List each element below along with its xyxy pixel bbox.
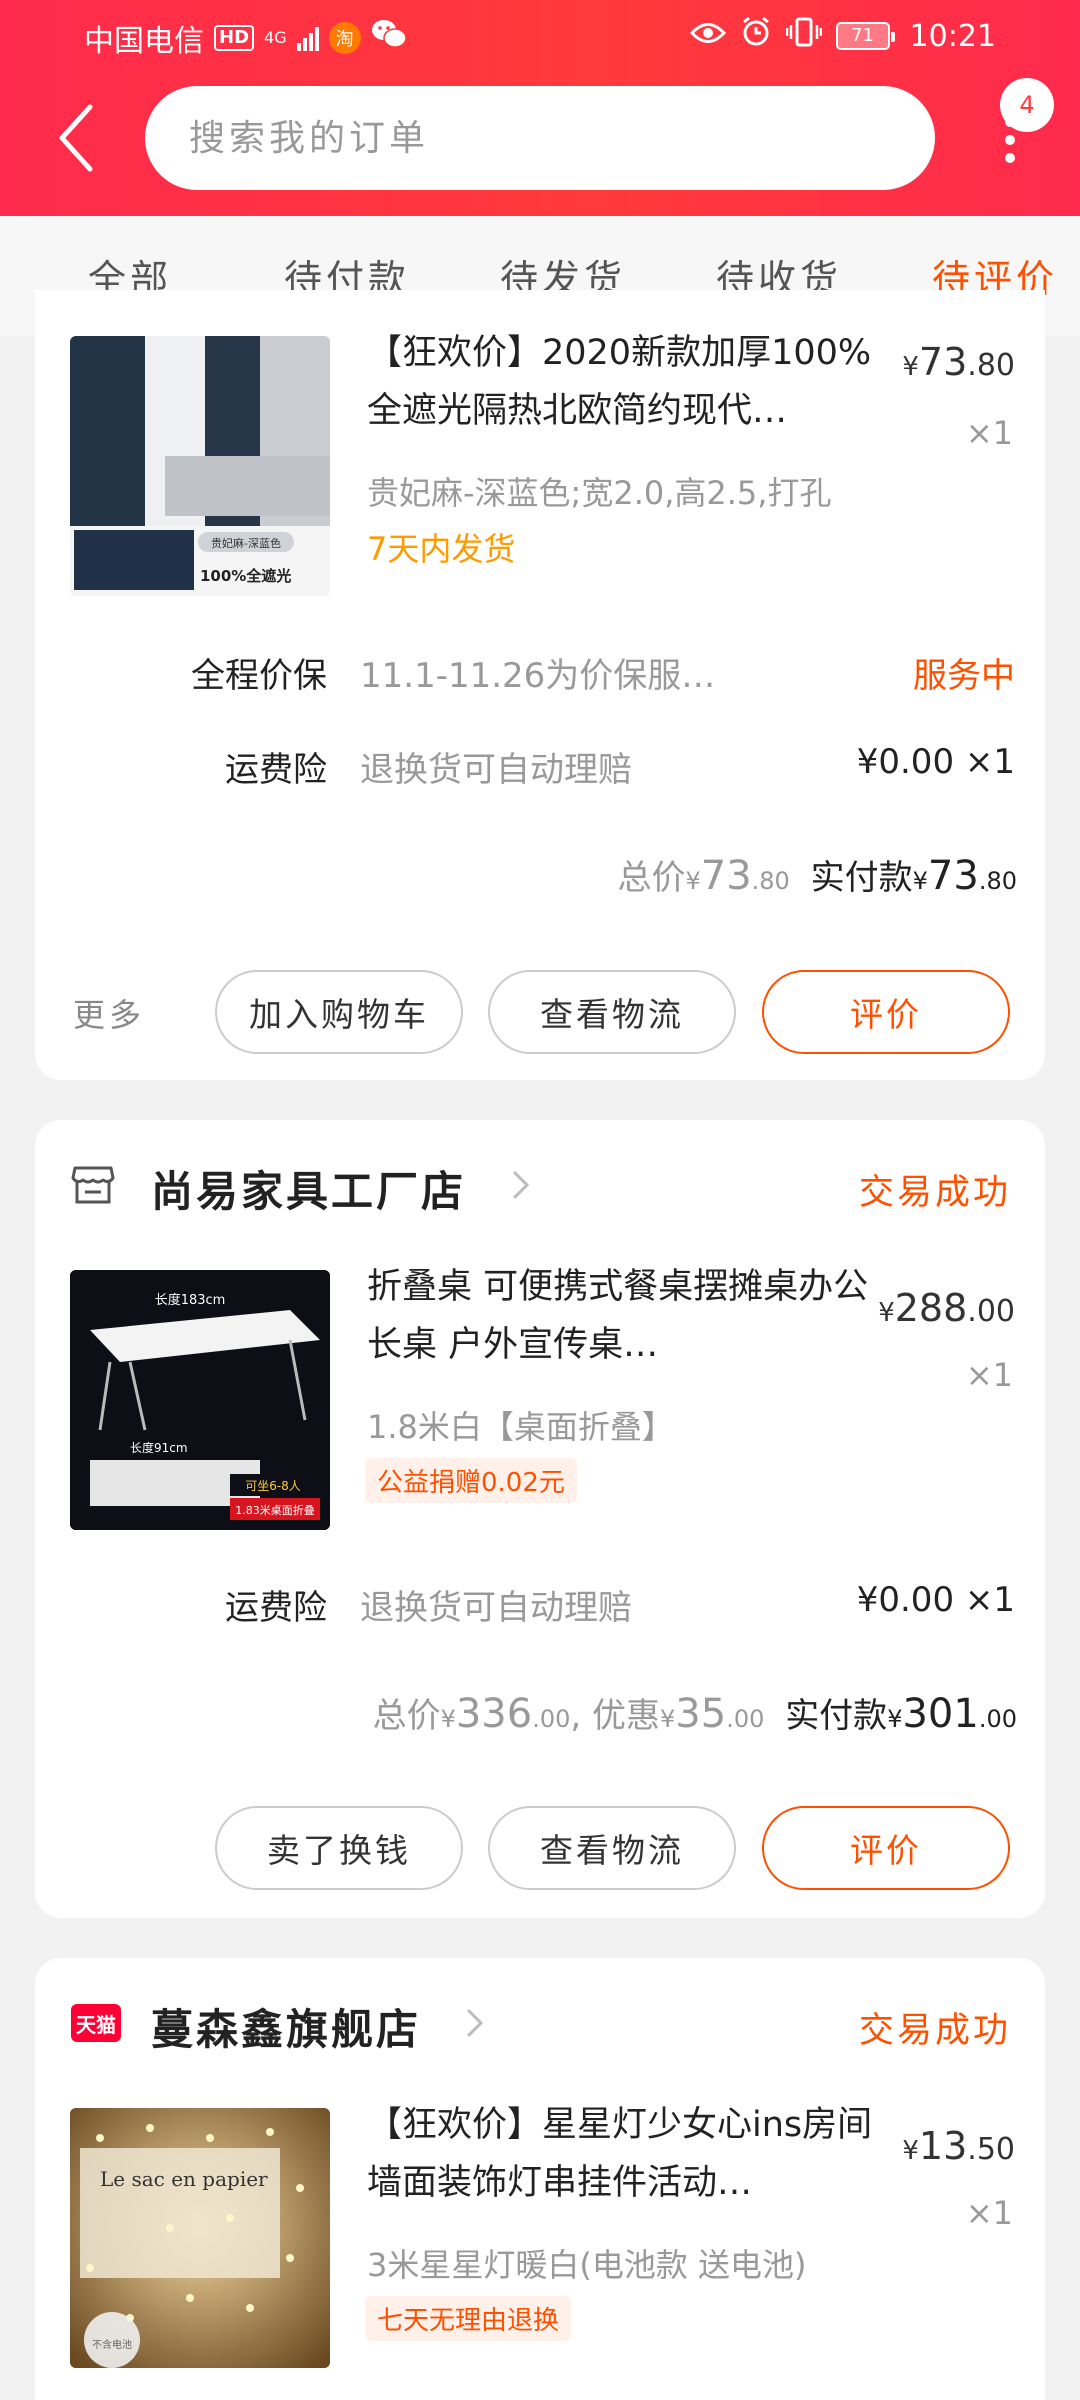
- product-price: ¥13.50: [902, 2124, 1015, 2168]
- eye-icon: [689, 19, 726, 54]
- service-desc-shipping-insurance: 退换货可自动理赔: [360, 1588, 632, 1628]
- battery-icon: 71: [835, 22, 895, 50]
- header-bar: 中国电信 HD 4G 淘 71 10:21 搜索我的订单 4: [0, 0, 1080, 216]
- taobao-app-icon: 淘: [328, 22, 361, 54]
- order-totals: 总价¥73.80 实付款¥73.80: [617, 853, 1017, 899]
- shop-name[interactable]: 尚易家具工厂店: [151, 1158, 466, 1219]
- notification-badge: 4: [1000, 78, 1054, 132]
- service-desc-shipping-insurance: 退换货可自动理赔: [360, 750, 632, 790]
- signal-icon: [296, 25, 319, 51]
- order-card[interactable]: 天猫 蔓森鑫旗舰店 交易成功 Le sac en papier 不含电池 【狂欢…: [35, 1958, 1045, 2400]
- network-type: 4G: [264, 28, 287, 47]
- product-sku: 1.8米白【桌面折叠】: [367, 1408, 674, 1446]
- status-bar: 中国电信 HD 4G 淘 71 10:21: [0, 0, 1080, 70]
- product-title[interactable]: 折叠桌 可便携式餐桌摆摊桌办公长桌 户外宣传桌…: [367, 1258, 887, 1374]
- product-thumbnail[interactable]: 长度183cm 长度91cm 可坐6-8人 1.83米桌面折叠: [70, 1270, 330, 1530]
- service-label-price-protect: 全程价保: [191, 656, 327, 696]
- service-price: ¥0.00 ×1: [856, 1580, 1015, 1620]
- return-policy-tag: 七天无理由退换: [365, 2296, 572, 2341]
- product-price: ¥288.00: [878, 1286, 1015, 1330]
- more-link[interactable]: 更多: [73, 990, 145, 1036]
- svg-text:Le sac en papier: Le sac en papier: [100, 2167, 268, 2191]
- chevron-right-icon: [467, 2009, 484, 2037]
- vibrate-icon: [785, 16, 822, 56]
- product-title[interactable]: 【狂欢价】星星灯少女心ins房间墙面装饰灯串挂件活动…: [367, 2096, 887, 2212]
- service-price: ¥0.00 ×1: [856, 742, 1015, 782]
- order-status-label: 交易成功: [858, 1173, 1011, 1213]
- product-quantity: ×1: [965, 1356, 1013, 1394]
- svg-text:贵妃麻-深蓝色: 贵妃麻-深蓝色: [211, 536, 281, 550]
- shop-header[interactable]: 尚易家具工厂店 交易成功: [35, 1120, 1045, 1250]
- product-thumbnail[interactable]: 贵妃麻-深蓝色 100%全遮光: [70, 336, 330, 596]
- charity-tag: 公益捐赠0.02元: [365, 1458, 577, 1503]
- service-desc-price-protect[interactable]: 11.1-11.26为价保服…: [360, 648, 715, 697]
- table-image: 长度183cm 长度91cm 可坐6-8人 1.83米桌面折叠: [70, 1270, 330, 1530]
- order-totals: 总价¥336.00, 优惠¥35.00 实付款¥301.00: [372, 1691, 1017, 1737]
- service-label-shipping-insurance: 运费险: [225, 1588, 327, 1628]
- resell-button[interactable]: 卖了换钱: [215, 1806, 463, 1890]
- service-status-badge: 服务中: [913, 656, 1015, 696]
- clock-time: 10:21: [909, 18, 996, 54]
- product-price: ¥73.80: [902, 340, 1015, 384]
- string-lights-image: Le sac en papier 不含电池: [70, 2108, 330, 2368]
- order-status-label: 交易成功: [858, 2011, 1011, 2051]
- svg-text:1.83米桌面折叠: 1.83米桌面折叠: [235, 1503, 315, 1517]
- service-label-shipping-insurance: 运费险: [225, 750, 327, 790]
- chevron-left-icon: [59, 104, 93, 172]
- svg-text:可坐6-8人: 可坐6-8人: [245, 1479, 301, 1493]
- svg-text:不含电池: 不含电池: [92, 2338, 132, 2351]
- wechat-icon: [371, 18, 407, 58]
- product-quantity: ×1: [965, 414, 1013, 452]
- view-logistics-button[interactable]: 查看物流: [488, 1806, 736, 1890]
- order-search-box[interactable]: [145, 86, 935, 190]
- alarm-icon: [740, 16, 772, 56]
- back-button[interactable]: [46, 96, 106, 180]
- order-card[interactable]: 尚易家具工厂店 交易成功 长度183cm 长度91cm 可坐6-8人 1.83米…: [35, 1120, 1045, 1918]
- review-button[interactable]: 评价: [762, 970, 1010, 1054]
- product-thumbnail[interactable]: Le sac en papier 不含电池: [70, 2108, 330, 2368]
- tmall-badge: 天猫: [71, 2004, 121, 2042]
- store-icon: [71, 1166, 115, 1204]
- product-sku: 贵妃麻-深蓝色;宽2.0,高2.5,打孔: [367, 474, 832, 512]
- product-quantity: ×1: [965, 2194, 1013, 2232]
- order-card[interactable]: 贵妃麻-深蓝色 100%全遮光 【狂欢价】2020新款加厚100%全遮光隔热北欧…: [35, 290, 1045, 1080]
- shop-name[interactable]: 蔓森鑫旗舰店: [151, 1996, 421, 2057]
- shipping-tag: 7天内发货: [367, 530, 516, 568]
- carrier-label: 中国电信: [84, 24, 204, 59]
- search-input[interactable]: [145, 86, 935, 190]
- review-button[interactable]: 评价: [762, 1806, 1010, 1890]
- view-logistics-button[interactable]: 查看物流: [488, 970, 736, 1054]
- hd-icon: HD: [214, 25, 255, 51]
- svg-text:长度183cm: 长度183cm: [155, 1292, 226, 1308]
- product-sku: 3米星星灯暖白(电池款 送电池): [367, 2246, 807, 2284]
- add-to-cart-button[interactable]: 加入购物车: [215, 970, 463, 1054]
- chevron-right-icon: [513, 1171, 530, 1199]
- svg-text:长度91cm: 长度91cm: [130, 1440, 188, 1455]
- product-title[interactable]: 【狂欢价】2020新款加厚100%全遮光隔热北欧简约现代…: [367, 324, 887, 440]
- curtain-image: 贵妃麻-深蓝色 100%全遮光: [70, 336, 330, 596]
- svg-text:100%全遮光: 100%全遮光: [200, 567, 291, 585]
- shop-header[interactable]: 天猫 蔓森鑫旗舰店 交易成功: [35, 1958, 1045, 2088]
